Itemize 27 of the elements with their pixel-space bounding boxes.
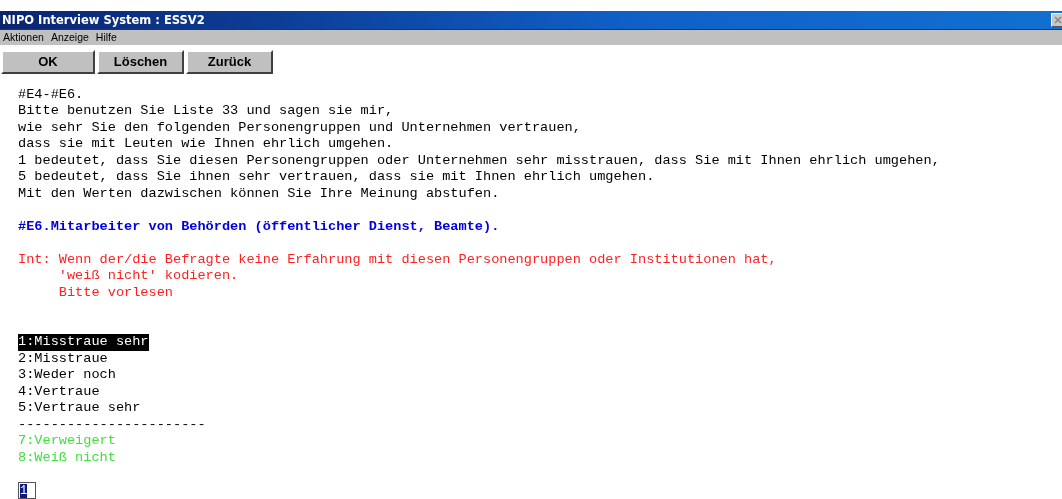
question-text-line: #E4-#E6.: [18, 86, 84, 103]
interviewer-instruction: Int: Wenn der/die Befragte keine Erfahrung mit diesen Personengruppen oder Institutionen hat,: [18, 251, 777, 268]
menu-item[interactable]: Aktionen: [3, 31, 44, 44]
interviewer-instruction: Bitte vorlesen: [57, 284, 173, 301]
question-text-line: 1 bedeutet, dass Sie diesen Personengruppen oder Unternehmen sehr misstrauen, dass Sie mit Ihnen ehrlich umgehen,: [18, 152, 940, 169]
question-text-line: 5 bedeutet, dass Sie ihnen sehr vertrauen, dass sie mit Ihnen ehrlich umgehen.: [18, 169, 655, 186]
question-text-line: dass sie mit Leuten wie Ihnen ehrlich umgehen.: [18, 136, 394, 153]
question-text-line: wie sehr Sie den folgenden Personengruppen und Unternehmen vertrauen,: [18, 119, 581, 136]
question-text-line: Bitte benutzen Sie Liste 33 und sagen sie mir,: [18, 103, 394, 120]
question-title: #E6.Mitarbeiter von Behörden (öffentlicher Dienst, Beamte).: [18, 218, 500, 235]
interviewer-instruction: 'weiß nicht' kodieren.: [57, 268, 239, 285]
window-title: NIPO Interview System : ESSV2: [2, 12, 205, 27]
toolbar-button[interactable]: Löschen: [97, 49, 184, 74]
separator-line: -----------------------: [18, 416, 206, 433]
answer-input-field[interactable]: 1: [18, 482, 36, 499]
menu-item[interactable]: Anzeige: [50, 31, 89, 44]
toolbar-button[interactable]: OK: [1, 49, 95, 74]
close-icon: [1054, 15, 1062, 24]
answer-option[interactable]: 1:Misstraue sehr: [18, 334, 149, 351]
answer-option[interactable]: 3:Weder noch: [18, 367, 116, 384]
question-text-line: Mit den Werten dazwischen können Sie Ihre Meinung abstufen.: [18, 185, 500, 202]
answer-option[interactable]: 4:Vertraue: [18, 383, 100, 400]
answer-option[interactable]: 5:Vertraue sehr: [18, 400, 141, 417]
menu-item[interactable]: Hilfe: [95, 31, 117, 44]
toolbar-button[interactable]: Zurück: [186, 49, 273, 74]
close-button[interactable]: [1051, 12, 1062, 27]
answer-option[interactable]: 2:Misstraue: [18, 350, 108, 367]
